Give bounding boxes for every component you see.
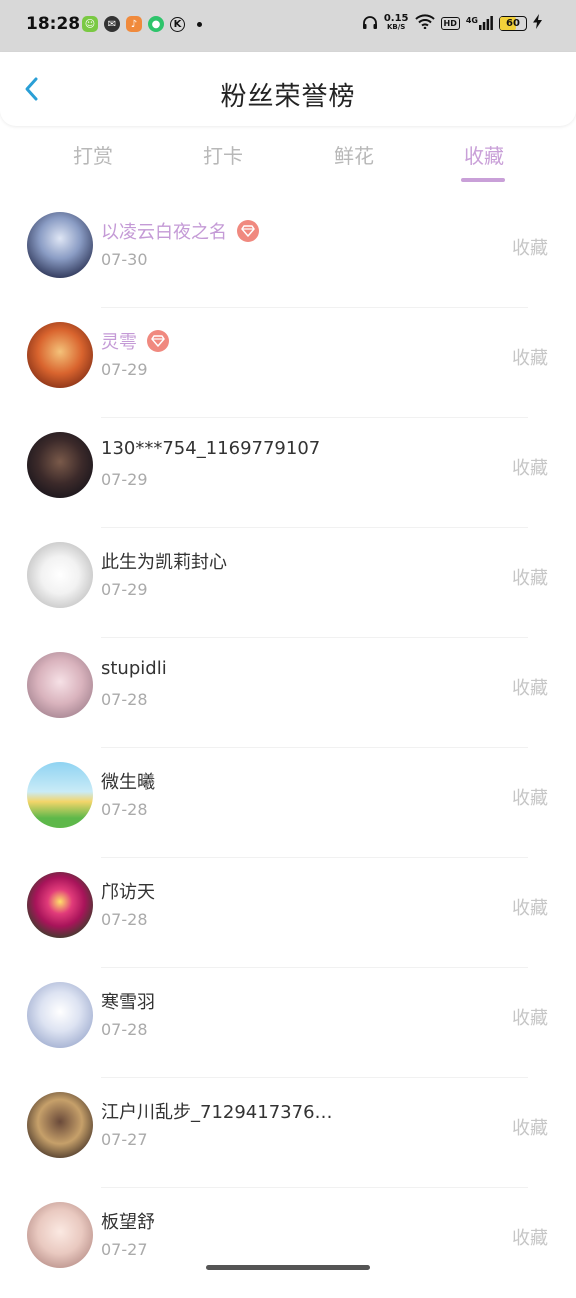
action-label: 收藏 (512, 1228, 548, 1249)
speed-unit: KB/S (386, 23, 406, 31)
fan-name: 此生为凯莉封心 (101, 552, 227, 573)
network-type: 4G (465, 16, 478, 25)
fan-row[interactable]: 江户川乱步_7129417376… 07-27 收藏 (0, 1078, 576, 1188)
fan-date: 07-28 (101, 910, 148, 929)
fan-row[interactable]: 灵雩 07-29 收藏 (0, 308, 576, 418)
headphones-icon (362, 15, 378, 32)
app-notification-icon: ☺ (82, 16, 98, 32)
action-label: 收藏 (512, 348, 548, 369)
tab-reward[interactable]: 打赏 (48, 140, 138, 169)
fan-name: 寒雪羽 (101, 992, 155, 1013)
fan-name: 板望舒 (101, 1212, 155, 1233)
fan-date: 07-28 (101, 690, 148, 709)
action-label: 收藏 (512, 1008, 548, 1029)
diamond-badge-icon (147, 330, 169, 352)
avatar[interactable] (27, 322, 93, 388)
fan-name-line: 板望舒 (101, 1208, 155, 1234)
top-header: 粉丝荣誉榜 (0, 52, 576, 126)
fan-date: 07-27 (101, 1130, 148, 1149)
message-icon: ● (148, 16, 164, 32)
fan-name: 微生曦 (101, 772, 155, 793)
action-label: 收藏 (512, 788, 548, 809)
fan-row[interactable]: 130***754_1169779107 07-29 收藏 (0, 418, 576, 528)
fan-name: 灵雩 (101, 332, 137, 353)
fan-name-line: 以凌云白夜之名 (101, 218, 259, 244)
fan-name-line: 130***754_1169779107 (101, 438, 320, 459)
avatar[interactable] (27, 542, 93, 608)
status-bar: 18:28 ☺ ✉ ♪ ● K 0.15 KB/S HD 4G 60 (0, 0, 576, 52)
avatar[interactable] (27, 432, 93, 498)
action-label: 收藏 (512, 1118, 548, 1139)
app-notification-icon: ♪ (126, 16, 142, 32)
fan-name-line: 江户川乱步_7129417376… (101, 1098, 333, 1124)
fan-name: 130***754_1169779107 (101, 438, 321, 459)
fan-row[interactable]: 此生为凯莉封心 07-29 收藏 (0, 528, 576, 638)
fan-row[interactable]: 以凌云白夜之名 07-30 收藏 (0, 198, 576, 308)
k-app-icon: K (170, 16, 185, 32)
battery-icon: 60 (499, 15, 527, 31)
fan-date: 07-27 (101, 1240, 148, 1259)
action-label: 收藏 (512, 458, 548, 479)
wifi-icon (414, 14, 435, 32)
hd-indicator: HD (440, 16, 460, 30)
fan-date: 07-29 (101, 470, 148, 489)
avatar[interactable] (27, 872, 93, 938)
more-notifications-dot (197, 21, 202, 27)
fan-row[interactable]: 微生曦 07-28 收藏 (0, 748, 576, 858)
fan-date: 07-29 (101, 580, 148, 599)
page-title: 粉丝荣誉榜 (220, 82, 356, 112)
tab-favorites-label: 收藏 (464, 144, 504, 168)
speed-value: 0.15 (383, 13, 409, 24)
fan-row[interactable]: stupidli 07-28 收藏 (0, 638, 576, 748)
fan-date: 07-28 (101, 1020, 148, 1039)
fan-row[interactable]: 板望舒 07-27 收藏 (0, 1188, 576, 1298)
fan-name: stupidli (101, 658, 167, 679)
avatar[interactable] (27, 982, 93, 1048)
active-tab-indicator (461, 178, 505, 182)
fan-name-line: stupidli (101, 658, 167, 679)
home-indicator[interactable] (206, 1265, 370, 1270)
tab-checkin[interactable]: 打卡 (178, 140, 268, 169)
fan-name: 江户川乱步_7129417376… (101, 1102, 333, 1123)
action-label: 收藏 (512, 238, 548, 259)
signal-icon: 4G (466, 16, 493, 30)
avatar[interactable] (27, 1202, 93, 1268)
network-speed: 0.15 KB/S (384, 14, 409, 32)
action-label: 收藏 (512, 898, 548, 919)
fan-name: 邝访天 (101, 882, 155, 903)
fan-row[interactable]: 寒雪羽 07-28 收藏 (0, 968, 576, 1078)
avatar[interactable] (27, 652, 93, 718)
status-right: 0.15 KB/S HD 4G 60 (362, 14, 542, 32)
charging-icon (533, 14, 542, 32)
diamond-badge-icon (237, 220, 259, 242)
avatar[interactable] (27, 212, 93, 278)
fan-name-line: 此生为凯莉封心 (101, 548, 227, 574)
fan-name-line: 寒雪羽 (101, 988, 155, 1014)
fan-date: 07-29 (101, 360, 148, 379)
fan-name-line: 邝访天 (101, 878, 155, 904)
status-time: 18:28 (26, 14, 81, 34)
tab-flowers[interactable]: 鲜花 (309, 140, 399, 169)
tab-bar: 打赏 打卡 鲜花 收藏 (0, 140, 576, 190)
fan-date: 07-30 (101, 250, 148, 269)
fan-name-line: 微生曦 (101, 768, 155, 794)
action-label: 收藏 (512, 568, 548, 589)
action-label: 收藏 (512, 678, 548, 699)
notification-icons: ☺ ✉ ♪ ● K (82, 16, 202, 32)
fan-name: 以凌云白夜之名 (101, 222, 227, 243)
tab-favorites[interactable]: 收藏 (439, 140, 529, 182)
battery-level: 60 (506, 17, 520, 29)
avatar[interactable] (27, 1092, 93, 1158)
avatar[interactable] (27, 762, 93, 828)
wechat-icon: ✉ (104, 16, 120, 32)
fan-date: 07-28 (101, 800, 148, 819)
fan-row[interactable]: 邝访天 07-28 收藏 (0, 858, 576, 968)
fan-name-line: 灵雩 (101, 328, 169, 354)
